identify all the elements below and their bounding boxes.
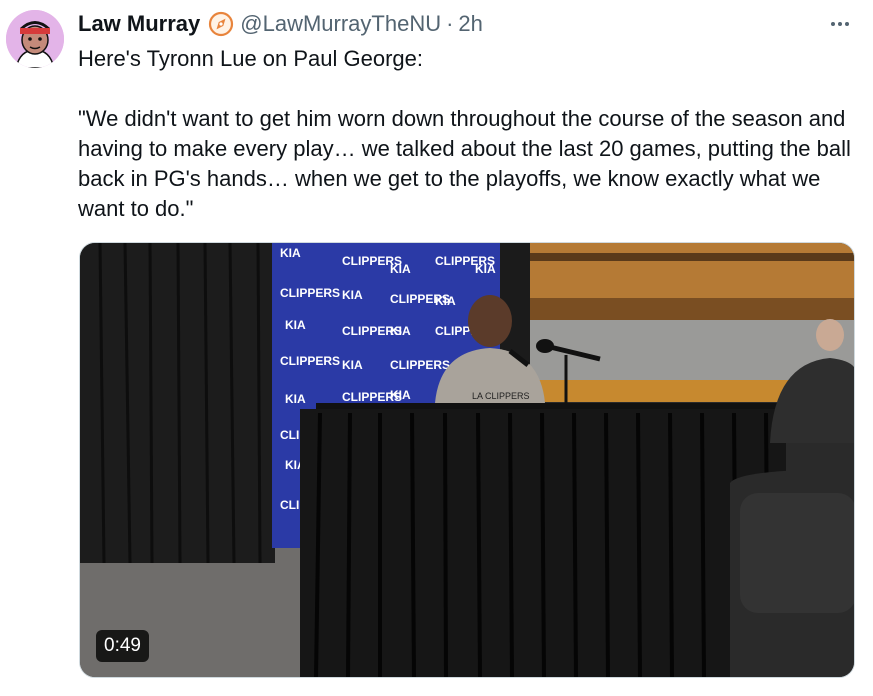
tweet-text-intro: Here's Tyronn Lue on Paul George: [78, 46, 424, 71]
video-frame: KIACLIPPERSKIACLIPPERSKIA CLIPPERS KIA CLI… [80, 243, 854, 677]
author-handle[interactable]: @LawMurrayTheNU [240, 11, 441, 37]
video-player[interactable]: KIA CLIPPERS KIA CLIPPERS KIA CLIPPERS KIA CLI… [79, 242, 855, 678]
svg-text:KIA: KIA [475, 262, 496, 276]
svg-text:KIA: KIA [390, 324, 411, 338]
svg-text:KIA: KIA [280, 246, 301, 260]
svg-text:KIA: KIA [342, 288, 363, 302]
svg-text:KIA: KIA [435, 294, 456, 308]
tweet-timestamp[interactable]: 2h [458, 11, 482, 37]
avatar[interactable] [6, 10, 64, 68]
svg-text:CLIPPERS: CLIPPERS [390, 358, 450, 372]
svg-text:KIA: KIA [390, 262, 411, 276]
avatar-illustration [6, 10, 64, 68]
tweet-text-quote: "We didn't want to get him worn down thr… [78, 106, 851, 221]
svg-text:LA CLIPPERS: LA CLIPPERS [472, 391, 530, 401]
video-duration-badge: 0:49 [96, 630, 149, 662]
separator-dot: · [446, 11, 454, 36]
tweet-header: Law Murray @LawMurrayTheNU · 2h [78, 8, 483, 40]
more-horizontal-icon[interactable] [825, 12, 855, 36]
svg-text:CLIPPERS: CLIPPERS [280, 354, 340, 368]
compass-badge-icon [208, 11, 234, 37]
svg-text:CLIPPERS: CLIPPERS [280, 286, 340, 300]
author-name[interactable]: Law Murray [78, 11, 200, 37]
tweet-body: Here's Tyronn Lue on Paul George: "We di… [78, 44, 863, 224]
svg-text:KIA: KIA [285, 392, 306, 406]
svg-text:KIA: KIA [342, 358, 363, 372]
svg-text:KIA: KIA [285, 318, 306, 332]
svg-text:KIA: KIA [390, 388, 411, 402]
